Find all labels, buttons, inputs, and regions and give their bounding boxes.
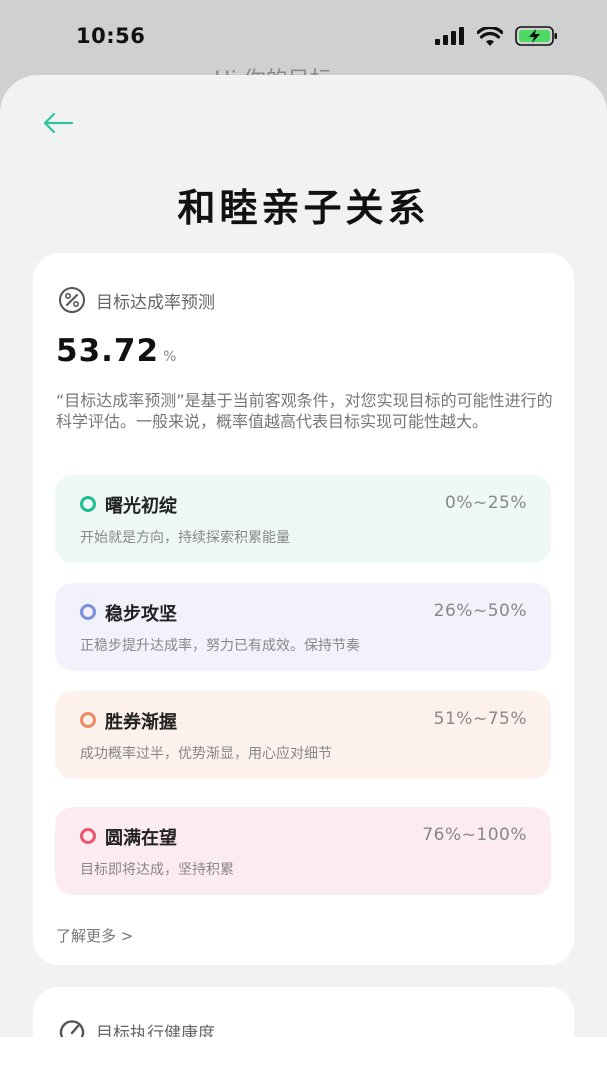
level-item-complete[interactable]: 圆满在望 76%~100% 目标即将达成，坚持积累 [55,807,551,895]
rate-row: 53.72 % [56,333,176,369]
level-desc: 成功概率过半，优势渐显，用心应对细节 [80,746,332,762]
health-card: 目标执行健康度 [33,987,574,1037]
status-dot-icon [80,604,96,620]
back-button[interactable] [40,111,80,141]
signal-icon [435,27,464,45]
status-dot-icon [80,828,96,844]
learn-more-link[interactable]: 了解更多 > [56,925,133,946]
card-header: 目标达成率预测 [58,286,215,314]
arrow-left-icon[interactable] [40,111,76,135]
level-range: 76%~100% [422,825,527,845]
card-header: 目标执行健康度 [58,1017,215,1037]
wifi-icon [477,26,503,46]
level-range: 51%~75% [433,709,527,729]
level-name: 圆满在望 [105,828,177,849]
rate-unit: % [163,349,177,365]
status-dot-icon [80,712,96,728]
background-page-title: Hi 你的目标 [214,62,332,76]
level-item-winning[interactable]: 胜券渐握 51%~75% 成功概率过半，优势渐显，用心应对细节 [55,691,551,779]
prediction-card: 目标达成率预测 53.72 % “目标达成率预测”是基于当前客观条件，对您实现目… [33,253,574,965]
status-dot-icon [80,496,96,512]
detail-sheet: 和睦亲子关系 目标达成率预测 53.72 % “目标达成率预测”是基于当前客观条… [0,75,607,1037]
level-item-dawn[interactable]: 曙光初绽 0%~25% 开始就是方向，持续探索积累能量 [55,475,551,563]
bottom-area [0,1037,607,1080]
level-range: 0%~25% [445,493,527,513]
card-header-label: 目标执行健康度 [96,1023,215,1038]
level-item-steady[interactable]: 稳步攻坚 26%~50% 正稳步提升达成率，努力已有成效。保持节奏 [55,583,551,671]
percent-icon [59,287,85,313]
level-name: 曙光初绽 [105,496,177,517]
prediction-description: “目标达成率预测”是基于当前客观条件，对您实现目标的可能性进行的科学评估。一般来… [56,391,553,431]
level-name: 胜券渐握 [105,712,177,733]
status-icons [435,26,559,46]
level-desc: 开始就是方向，持续探索积累能量 [80,530,290,546]
level-range: 26%~50% [433,601,527,621]
card-header-label: 目标达成率预测 [96,292,215,313]
battery-charging-icon [515,26,557,46]
gauge-icon [59,1020,85,1037]
status-time: 10:56 [76,24,146,48]
page-title: 和睦亲子关系 [177,186,430,230]
level-name: 稳步攻坚 [105,604,177,625]
rate-value: 53.72 [56,333,160,369]
level-desc: 正稳步提升达成率，努力已有成效。保持节奏 [80,638,360,654]
level-desc: 目标即将达成，坚持积累 [80,862,234,878]
